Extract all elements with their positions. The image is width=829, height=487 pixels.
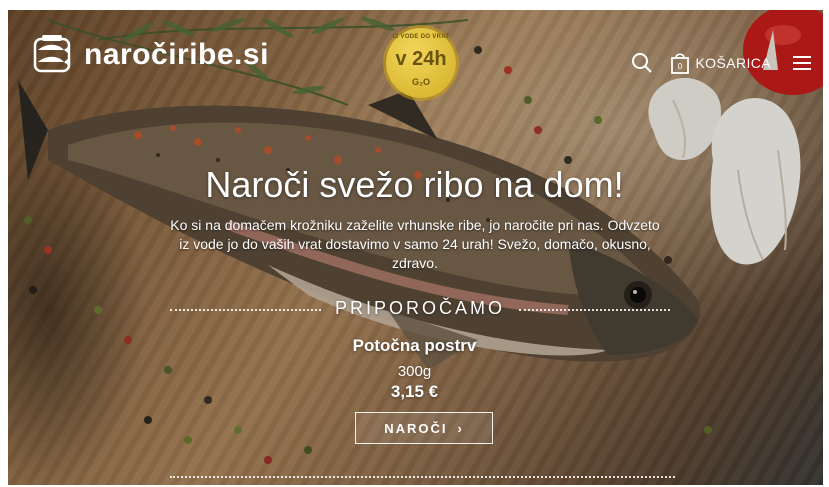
logo-text: naroč​iribe.si xyxy=(84,38,269,71)
hamburger-menu-icon[interactable] xyxy=(793,56,811,70)
badge-top-text: IZ VODE DO VRAT xyxy=(392,34,450,40)
cart-link[interactable]: 0 KOŠARICA xyxy=(671,52,771,74)
badge-bottom-text: G₂O xyxy=(412,77,430,87)
delivery-24h-badge: IZ VODE DO VRAT v 24h G₂O xyxy=(386,28,456,98)
divider-bottom xyxy=(170,476,675,478)
recommendation-heading: PRIPOROČAMO xyxy=(170,298,671,319)
hero-subtitle: Ko si na domačem krožniku zaželite vrhun… xyxy=(170,217,660,271)
recommendation-title: PRIPOROČAMO xyxy=(335,298,506,318)
order-button[interactable]: NAROČI › xyxy=(355,412,493,444)
product-price: 3,15 € xyxy=(390,382,439,401)
cart-label: KOŠARICA xyxy=(695,55,771,71)
divider-right xyxy=(519,309,671,311)
hero-headline: Naroči svežo ribo na dom! xyxy=(205,164,624,205)
badge-main-text: v 24h xyxy=(395,48,447,70)
product-name: Potočna postrv xyxy=(352,336,477,355)
order-button-label: NAROČI xyxy=(384,420,448,436)
fish-logo-icon xyxy=(33,35,71,73)
site-logo[interactable]: naroč​iribe.si xyxy=(30,33,269,77)
header-nav: 0 KOŠARICA xyxy=(631,52,811,74)
search-icon[interactable] xyxy=(631,52,653,74)
chevron-right-icon: › xyxy=(457,420,464,436)
shopping-bag-icon: 0 xyxy=(671,53,690,74)
product-weight: 300g xyxy=(397,363,432,380)
cart-count: 0 xyxy=(678,62,683,71)
divider-left xyxy=(170,309,321,311)
